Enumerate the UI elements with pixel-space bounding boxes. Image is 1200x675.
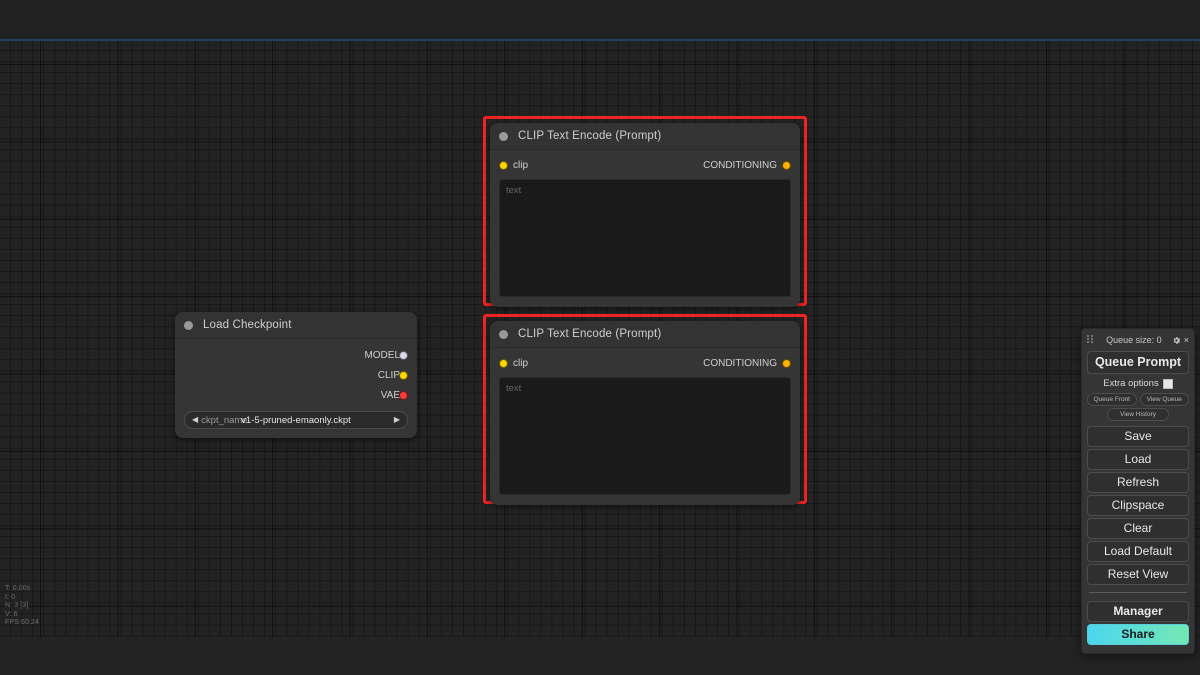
node-body-clip-positive: clip CONDITIONING text: [490, 150, 800, 297]
gear-icon[interactable]: [1172, 336, 1181, 345]
output-slot-label: CONDITIONING: [703, 357, 777, 369]
close-icon[interactable]: ×: [1184, 335, 1189, 345]
collapse-dot-icon[interactable]: [184, 320, 193, 330]
output-slot-clip[interactable]: CLIP: [175, 365, 417, 385]
output-slot-model[interactable]: MODEL: [175, 345, 417, 365]
clip-port-icon[interactable]: [500, 161, 507, 169]
extra-options-label: Extra options: [1103, 378, 1159, 389]
view-history-button[interactable]: View History: [1107, 408, 1169, 421]
comfy-menu-panel[interactable]: Queue size: 0 × Queue Prompt Extra optio…: [1081, 328, 1195, 654]
canvas-guide-line: [0, 39, 1200, 41]
queue-size-label: Queue size: 0: [1106, 335, 1162, 345]
load-default-button[interactable]: Load Default: [1087, 541, 1189, 562]
node-body-load-checkpoint: MODEL CLIP VAE ◀ ckpt_name v1-5-pruned-e…: [175, 339, 417, 429]
clip-port-icon[interactable]: [400, 371, 407, 379]
node-body-clip-negative: clip CONDITIONING text: [490, 348, 800, 495]
share-button[interactable]: Share: [1087, 624, 1189, 645]
canvas-top-band: [0, 0, 1200, 39]
output-slot-conditioning[interactable]: CONDITIONING: [703, 358, 790, 369]
conditioning-port-icon[interactable]: [783, 161, 790, 169]
clipspace-button[interactable]: Clipspace: [1087, 495, 1189, 516]
node-header-load-checkpoint[interactable]: Load Checkpoint: [175, 312, 417, 339]
clip-slot-row-negative: clip CONDITIONING: [490, 353, 800, 373]
input-slot-label: clip: [513, 159, 529, 171]
conditioning-port-icon[interactable]: [783, 359, 790, 367]
chevron-left-icon[interactable]: ◀: [192, 416, 198, 424]
drag-handle-icon[interactable]: [1087, 335, 1093, 345]
extra-options-row[interactable]: Extra options: [1087, 378, 1189, 389]
output-slot-conditioning[interactable]: CONDITIONING: [703, 160, 790, 171]
reset-view-button[interactable]: Reset View: [1087, 564, 1189, 585]
chevron-right-icon[interactable]: ▶: [394, 416, 400, 424]
canvas-stats-overlay: T: 0.00s I: 0 N: 3 [3] V: 6 FPS:60.24: [5, 585, 39, 628]
stat-time: T: 0.00s: [5, 585, 31, 592]
node-clip-text-encode-positive[interactable]: CLIP Text Encode (Prompt) clip CONDITION…: [490, 123, 800, 307]
node-title: CLIP Text Encode (Prompt): [518, 130, 662, 142]
input-slot-clip[interactable]: clip: [500, 160, 528, 171]
output-slot-label: MODEL: [364, 349, 400, 361]
node-header-clip-positive[interactable]: CLIP Text Encode (Prompt): [490, 123, 800, 150]
node-title: Load Checkpoint: [203, 319, 292, 331]
vae-port-icon[interactable]: [400, 391, 407, 399]
stat-iterations: I: 0: [5, 593, 16, 601]
prompt-textarea-positive[interactable]: text: [499, 179, 791, 297]
input-slot-clip[interactable]: clip: [500, 358, 528, 369]
output-slot-vae[interactable]: VAE: [175, 385, 417, 405]
menu-divider: [1089, 592, 1187, 593]
refresh-button[interactable]: Refresh: [1087, 472, 1189, 493]
output-slot-label: CLIP: [377, 369, 400, 381]
stat-nodes: N: 3 [3]: [5, 602, 29, 610]
node-header-clip-negative[interactable]: CLIP Text Encode (Prompt): [490, 321, 800, 348]
collapse-dot-icon[interactable]: [499, 131, 508, 141]
load-button[interactable]: Load: [1087, 449, 1189, 470]
node-load-checkpoint[interactable]: Load Checkpoint MODEL CLIP VAE ◀ ckpt_na…: [175, 312, 417, 438]
prompt-textarea-negative[interactable]: text: [499, 377, 791, 495]
queue-prompt-button[interactable]: Queue Prompt: [1087, 351, 1189, 374]
clear-button[interactable]: Clear: [1087, 518, 1189, 539]
save-button[interactable]: Save: [1087, 426, 1189, 447]
stat-fps: FPS:60.24: [5, 619, 39, 627]
queue-front-button[interactable]: Queue Front: [1087, 393, 1137, 406]
model-port-icon[interactable]: [400, 351, 407, 359]
extra-options-checkbox[interactable]: [1162, 378, 1173, 389]
ckpt-name-combo-widget[interactable]: ◀ ckpt_name v1-5-pruned-emaonly.ckpt ▶: [184, 411, 408, 429]
view-queue-button[interactable]: View Queue: [1139, 393, 1189, 406]
input-slot-label: clip: [513, 357, 529, 369]
output-slot-label: VAE: [380, 389, 400, 401]
clip-slot-row-positive: clip CONDITIONING: [490, 155, 800, 175]
node-title: CLIP Text Encode (Prompt): [518, 328, 662, 340]
canvas-bottom-band: [0, 637, 1200, 675]
output-slot-label: CONDITIONING: [703, 159, 777, 171]
node-clip-text-encode-negative[interactable]: CLIP Text Encode (Prompt) clip CONDITION…: [490, 321, 800, 505]
collapse-dot-icon[interactable]: [499, 329, 508, 339]
clip-port-icon[interactable]: [500, 359, 507, 367]
queue-actions-row: Queue Front View Queue: [1087, 393, 1189, 406]
stat-vertices: V: 6: [5, 610, 18, 618]
manager-button[interactable]: Manager: [1087, 601, 1189, 622]
menu-titlebar[interactable]: Queue size: 0 ×: [1087, 333, 1189, 347]
ckpt-name-label: ckpt_name: [201, 414, 248, 426]
